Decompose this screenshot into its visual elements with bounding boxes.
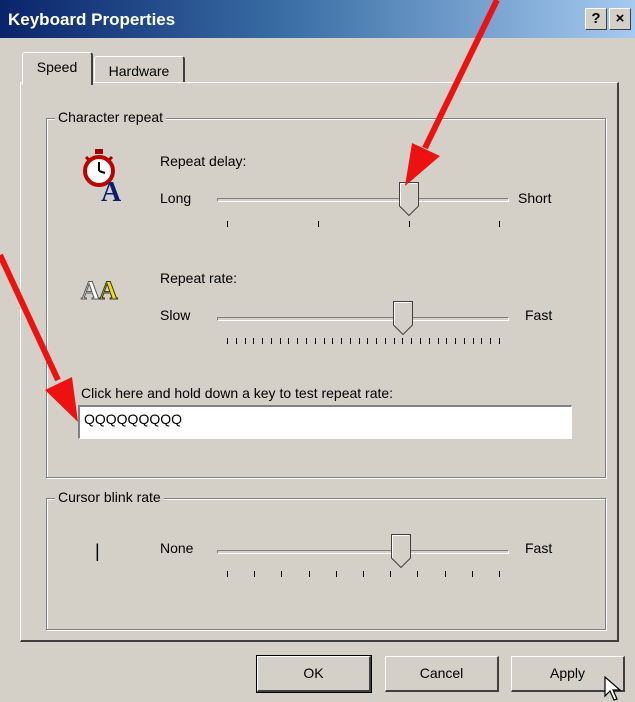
cursor-preview: | — [95, 541, 100, 561]
repeat-rate-slider-thumb[interactable] — [393, 301, 413, 335]
ok-button[interactable]: OK — [256, 655, 372, 693]
repeat-delay-slider-thumb[interactable] — [399, 182, 419, 216]
tick — [446, 338, 447, 344]
tick — [318, 221, 319, 227]
tick — [499, 338, 500, 344]
repeat-rate-slow-label: Slow — [160, 307, 191, 323]
tick — [376, 338, 377, 344]
repeat-rate-label: Repeat rate: — [160, 270, 238, 286]
repeat-rate-fast-label: Fast — [525, 307, 553, 323]
test-repeat-rate-input[interactable]: QQQQQQQQQ — [78, 405, 572, 439]
svg-text:A: A — [101, 177, 122, 203]
tick — [409, 221, 410, 227]
tick — [473, 338, 474, 344]
tick — [464, 338, 465, 344]
tick — [390, 571, 391, 577]
tick — [481, 338, 482, 344]
tick — [245, 338, 246, 344]
cursor-blink-slider-track[interactable] — [217, 550, 509, 554]
tick — [254, 571, 255, 577]
tick — [472, 571, 473, 577]
stopwatch-letter-a-icon: A — [83, 149, 122, 203]
double-letter-a-icon: A A — [81, 276, 119, 306]
title-bar[interactable]: Keyboard Properties ? × — [0, 0, 635, 38]
test-repeat-rate-label: Click here and hold down a key to test r… — [81, 385, 394, 401]
repeat-delay-long-label: Long — [160, 190, 192, 206]
mouse-cursor-icon — [604, 676, 622, 701]
tick — [227, 571, 228, 577]
tick — [420, 338, 421, 344]
tick — [324, 338, 325, 344]
tick — [297, 338, 298, 344]
repeat-delay-short-label: Short — [518, 190, 552, 206]
cursor-blink-rate-group: Cursor blink rate — [46, 489, 606, 630]
repeat-delay-slider-track[interactable] — [217, 198, 509, 202]
tick — [394, 338, 395, 344]
help-button[interactable]: ? — [585, 8, 607, 30]
tick — [367, 338, 368, 344]
cursor-blink-slider-thumb[interactable] — [391, 534, 411, 568]
tick — [490, 338, 491, 344]
close-button[interactable]: × — [609, 8, 631, 30]
tick — [309, 571, 310, 577]
tick — [306, 338, 307, 344]
tick — [227, 221, 228, 227]
cursor-blink-none-label: None — [160, 540, 194, 556]
svg-text:A: A — [81, 276, 100, 305]
tick — [288, 338, 289, 344]
tick — [280, 338, 281, 344]
tab-hardware-label: Hardware — [108, 63, 170, 79]
tab-speed-label: Speed — [36, 59, 78, 75]
tick — [332, 338, 333, 344]
repeat-delay-label: Repeat delay: — [160, 153, 247, 169]
cursor-blink-fast-label: Fast — [525, 540, 553, 556]
tick — [341, 338, 342, 344]
tick — [350, 338, 351, 344]
tick — [227, 338, 228, 344]
cursor-blink-rate-group-label: Cursor blink rate — [55, 489, 164, 505]
tick — [363, 571, 364, 577]
tick — [429, 338, 430, 344]
tick — [385, 338, 386, 344]
tick — [315, 338, 316, 344]
tick — [417, 571, 418, 577]
cancel-button[interactable]: Cancel — [385, 656, 499, 692]
tick — [499, 221, 500, 227]
tick — [445, 571, 446, 577]
speed-tab-panel: Character repeat A Repeat delay: Long Sh… — [20, 82, 619, 642]
tick — [236, 338, 237, 344]
tick — [455, 338, 456, 344]
window-title: Keyboard Properties — [8, 10, 176, 29]
tick — [336, 571, 337, 577]
repeat-rate-slider-track[interactable] — [217, 317, 509, 321]
tick — [411, 338, 412, 344]
tick — [499, 571, 500, 577]
tab-speed[interactable]: Speed — [22, 52, 93, 85]
tick — [262, 338, 263, 344]
tick — [271, 338, 272, 344]
character-repeat-group-label: Character repeat — [55, 109, 167, 125]
keyboard-properties-window: Keyboard Properties ? × Speed Hardware C… — [0, 0, 635, 702]
tab-hardware[interactable]: Hardware — [94, 56, 185, 84]
tick — [402, 338, 403, 344]
tick — [359, 338, 360, 344]
svg-text:A: A — [99, 276, 118, 305]
tick — [438, 338, 439, 344]
tick — [253, 338, 254, 344]
tick — [281, 571, 282, 577]
